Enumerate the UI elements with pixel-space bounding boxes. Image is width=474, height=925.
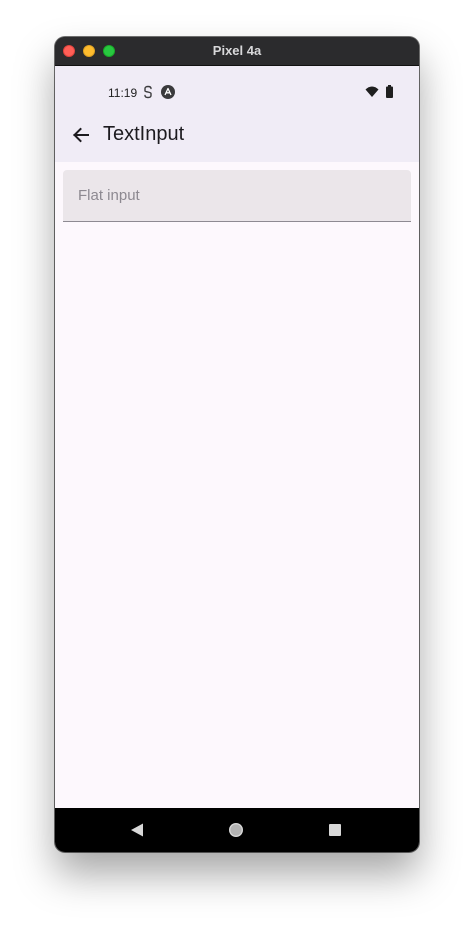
wifi-icon — [365, 86, 379, 97]
nav-recents-icon[interactable] — [329, 824, 341, 836]
device-screen: 11:19 TextInput Flat input — [55, 66, 419, 852]
flat-input[interactable] — [63, 170, 411, 221]
status-bar: 11:19 — [55, 66, 419, 116]
app-bar: 11:19 TextInput — [55, 66, 419, 162]
nav-home-icon[interactable] — [228, 822, 244, 838]
arrow-back-icon — [73, 127, 89, 143]
a-notification-icon — [161, 85, 175, 99]
window-title: Pixel 4a — [212, 43, 262, 58]
emulator-window: Pixel 4a 11:19 TextInput Flat input — [55, 37, 419, 852]
navigation-bar — [55, 808, 419, 852]
battery-icon — [386, 85, 393, 98]
s-notification-icon — [144, 85, 152, 99]
window-titlebar: Pixel 4a — [55, 37, 419, 66]
flat-text-field[interactable] — [63, 170, 411, 222]
nav-back-icon[interactable] — [130, 823, 144, 837]
page-title: TextInput — [103, 123, 185, 145]
status-time: 11:19 — [108, 86, 138, 100]
back-button[interactable] — [69, 123, 93, 147]
